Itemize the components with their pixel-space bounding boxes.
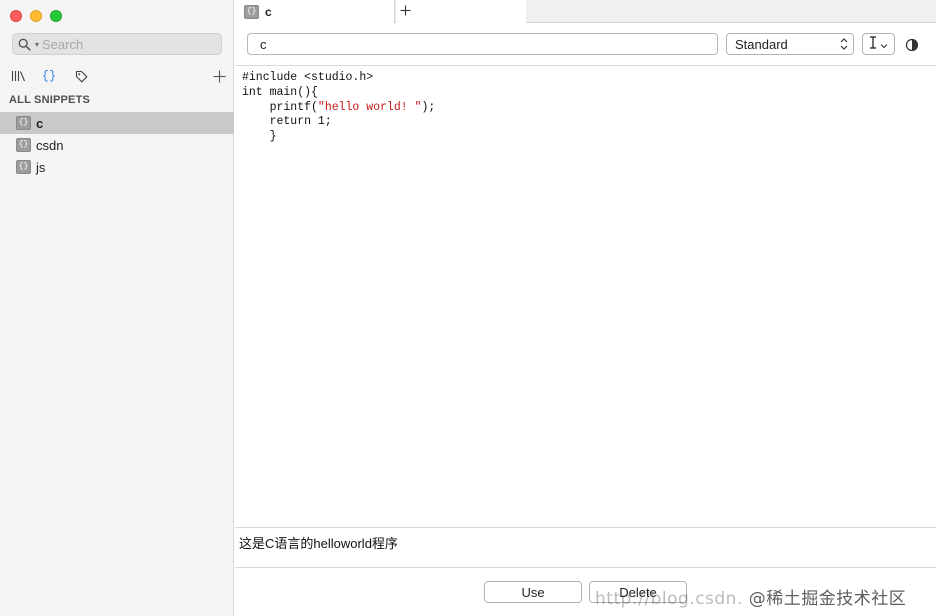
code-editor[interactable]: #include <studio.h> int main(){ printf("… xyxy=(235,66,936,527)
snippet-list: {} c {} csdn {} js xyxy=(0,112,234,178)
theme-contrast-icon[interactable] xyxy=(905,38,919,52)
snippet-label: js xyxy=(36,159,46,175)
snippets-braces-icon[interactable]: {} xyxy=(40,68,58,84)
code-line: int main(){ xyxy=(242,85,318,99)
zoom-window-button[interactable] xyxy=(50,10,62,22)
sidebar-toolbar: {} xyxy=(10,68,226,84)
text-cursor-icon xyxy=(869,36,877,52)
sidebar: ▾ {} ALL SNIPPETS {} c {} csdn {} js xyxy=(0,0,234,616)
code-line: return 1; xyxy=(242,115,332,129)
section-title: ALL SNIPPETS xyxy=(9,94,91,106)
search-icon xyxy=(18,36,34,52)
tag-icon[interactable] xyxy=(73,68,89,84)
editor-toolbar: Standard xyxy=(235,23,936,66)
snippet-icon: {} xyxy=(244,4,259,19)
tab-label: c xyxy=(265,4,272,19)
snippet-label: csdn xyxy=(36,137,64,153)
code-line: printf( xyxy=(242,100,318,114)
updown-chevron-icon xyxy=(840,37,848,51)
minimize-window-button[interactable] xyxy=(30,10,42,22)
snippet-icon: {} xyxy=(16,138,31,152)
window-controls xyxy=(10,10,62,22)
snippet-item-c[interactable]: {} c xyxy=(0,112,234,134)
snippet-item-js[interactable]: {} js xyxy=(0,156,234,178)
cursor-style-button[interactable] xyxy=(862,33,895,55)
new-tab-button[interactable] xyxy=(396,0,526,23)
editor-pane: {} c Standard #include <st xyxy=(235,0,936,616)
code-line: ); xyxy=(421,100,436,114)
library-icon[interactable] xyxy=(10,68,26,84)
watermark-site: @稀土掘金技术社区 xyxy=(748,589,907,609)
close-window-button[interactable] xyxy=(10,10,22,22)
language-select[interactable]: Standard xyxy=(726,33,854,55)
use-button[interactable]: Use xyxy=(484,581,582,603)
add-snippet-icon[interactable] xyxy=(212,68,226,84)
code-string-literal: "hello world! " xyxy=(317,100,422,114)
code-line: #include <studio.h> xyxy=(242,71,374,84)
snippet-item-csdn[interactable]: {} csdn xyxy=(0,134,234,156)
code-line: } xyxy=(242,130,277,144)
language-select-value: Standard xyxy=(735,36,788,52)
plus-icon xyxy=(400,4,411,19)
watermark-url: http://blog.csdn. xyxy=(595,589,743,609)
watermark: http://blog.csdn. @稀土掘金技术社区 xyxy=(595,584,906,609)
chevron-down-icon xyxy=(880,37,888,52)
tab-c[interactable]: {} c xyxy=(235,0,395,23)
snippet-icon: {} xyxy=(16,160,31,174)
snippet-icon: {} xyxy=(16,116,31,130)
chevron-down-icon[interactable]: ▾ xyxy=(35,40,39,49)
description-text: 这是C语言的helloworld程序 xyxy=(239,536,398,551)
description-field[interactable]: 这是C语言的helloworld程序 xyxy=(235,527,936,568)
tab-bar: {} c xyxy=(235,0,936,23)
search-input[interactable] xyxy=(42,36,203,52)
snippet-label: c xyxy=(36,115,44,131)
search-field[interactable]: ▾ xyxy=(12,33,222,55)
snippet-title-input[interactable] xyxy=(247,33,718,55)
